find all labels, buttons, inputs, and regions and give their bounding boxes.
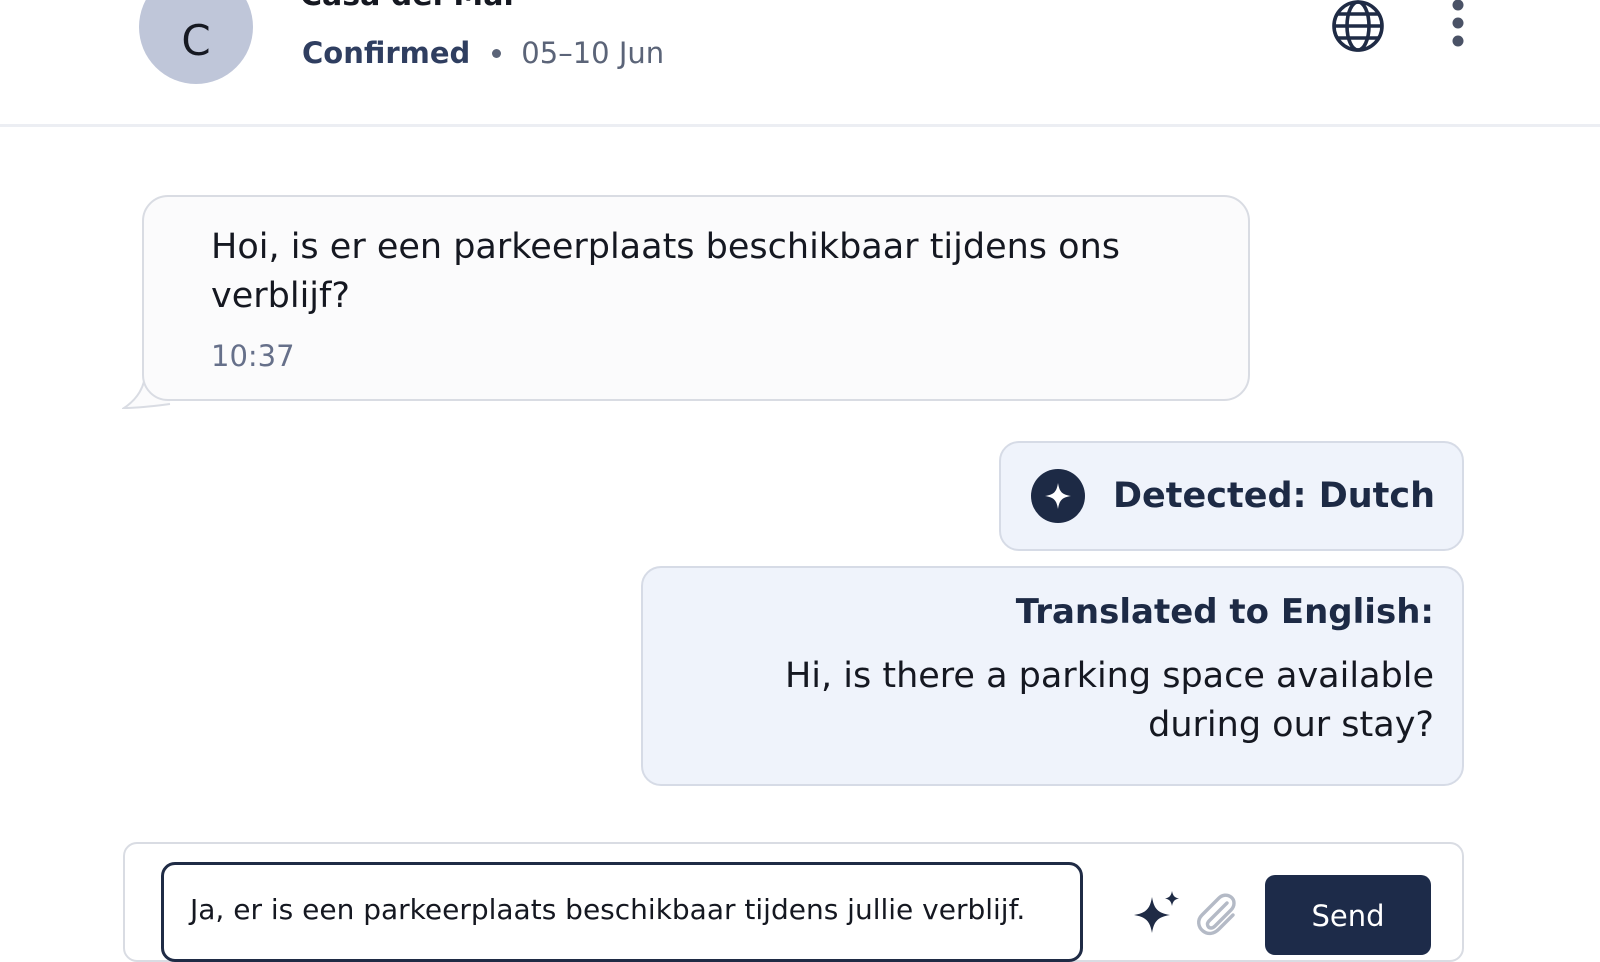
sparkles-icon[interactable] (1132, 889, 1182, 935)
translate-button[interactable] (1330, 0, 1386, 54)
sparkle-icon (1031, 469, 1085, 523)
globe-icon (1332, 0, 1384, 52)
language-detection-chip: Detected: Dutch (999, 441, 1464, 551)
paperclip-icon[interactable] (1193, 891, 1239, 937)
stay-dates: 05–10 Jun (521, 36, 665, 70)
conversation-header: C Casa del Mar Confirmed 05–10 Jun (0, 0, 1600, 127)
separator-dot (492, 48, 502, 58)
more-options-button[interactable] (1438, 0, 1478, 54)
incoming-message[interactable]: Hoi, is er een parkeerplaats beschikbaar… (142, 195, 1250, 401)
translation-card: Translated to English: Hi, is there a pa… (641, 566, 1464, 786)
status-label: Confirmed (302, 36, 471, 70)
avatar-initial: C (181, 15, 211, 65)
message-timestamp: 10:37 (211, 339, 295, 373)
avatar[interactable]: C (139, 0, 253, 84)
send-button[interactable]: Send (1265, 875, 1431, 955)
booking-status-line: Confirmed 05–10 Jun (302, 36, 664, 70)
reply-input[interactable]: Ja, er is een parkeerplaats beschikbaar … (161, 862, 1083, 962)
translation-heading: Translated to English: (1015, 592, 1434, 632)
detected-language-label: Detected: Dutch (1113, 476, 1436, 516)
more-vertical-icon (1452, 0, 1464, 47)
translated-text: Hi, is there a parking space available d… (784, 656, 1434, 745)
message-text: Hoi, is er een parkeerplaats beschikbaar… (211, 227, 1120, 316)
guest-name: Casa del Mar (300, 0, 518, 13)
